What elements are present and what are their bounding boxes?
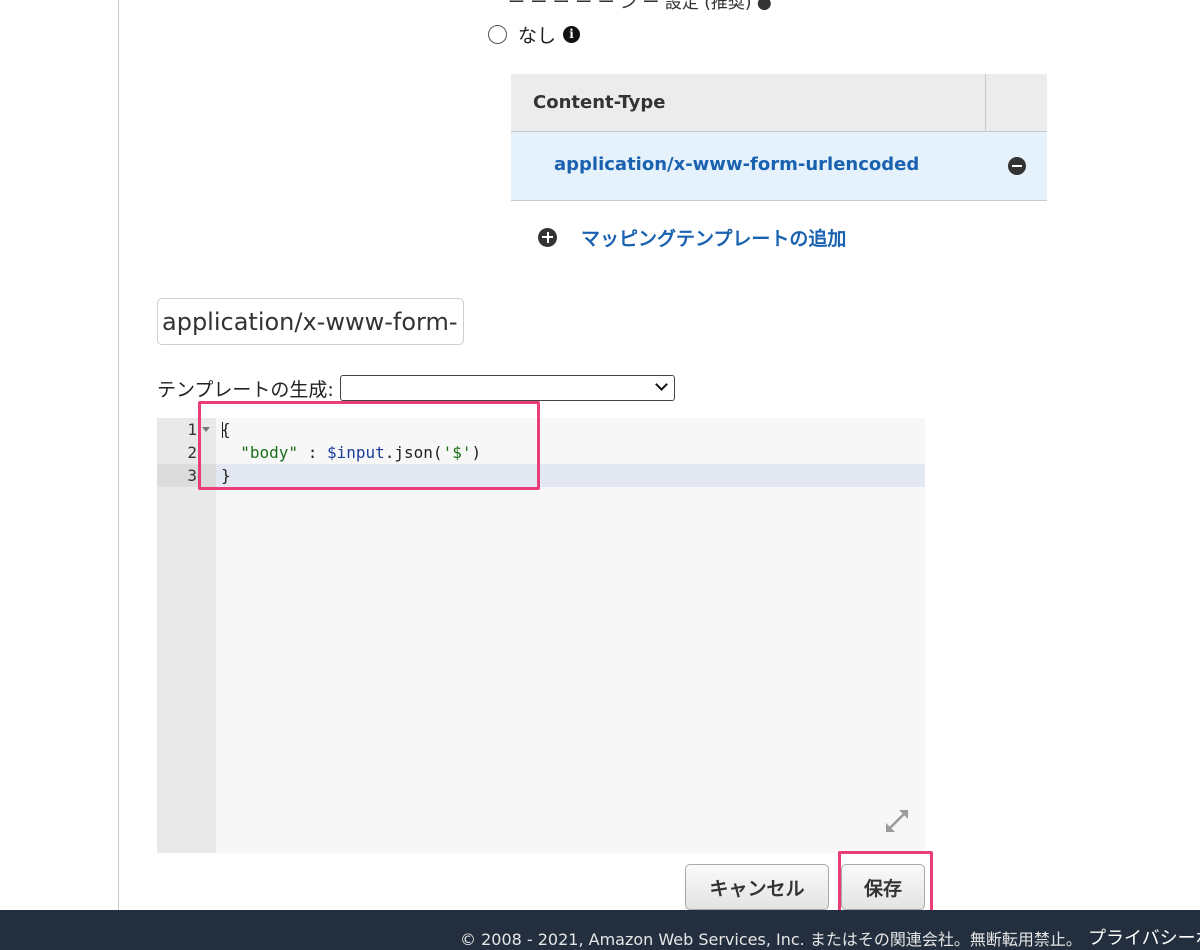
copyright-text: © 2008 - 2021, Amazon Web Services, Inc.… — [460, 930, 1082, 949]
add-mapping-template-link[interactable]: マッピングテンプレートの追加 — [581, 224, 846, 251]
content-type-table: Content-Type application/x-www-form-urle… — [511, 74, 1047, 201]
add-mapping-template-row[interactable]: マッピングテンプレートの追加 — [538, 224, 846, 250]
line-number: 2 — [187, 443, 197, 462]
template-generator-row: テンプレートの生成: — [157, 374, 675, 402]
content-type-link[interactable]: application/x-www-form-urlencoded — [554, 154, 919, 175]
content-type-input[interactable] — [157, 298, 464, 345]
content-type-row-selected[interactable]: application/x-www-form-urlencoded — [511, 132, 1047, 201]
plus-circle-icon[interactable] — [538, 227, 557, 247]
footer-bar: © 2008 - 2021, Amazon Web Services, Inc.… — [0, 910, 1200, 950]
minus-circle-icon[interactable] — [1008, 157, 1026, 175]
column-divider — [985, 74, 986, 132]
template-generator-label: テンプレートの生成: — [157, 378, 334, 401]
privacy-policy-link[interactable]: プライバシーポ — [1088, 924, 1200, 950]
passthrough-none-option[interactable]: なし i — [488, 22, 581, 47]
template-generator-select[interactable] — [339, 375, 675, 401]
clipped-option-text: ー ー ー ー ー ン ー 設定 (推奨) ● — [508, 0, 772, 13]
cancel-button[interactable]: キャンセル — [685, 864, 829, 910]
annotation-highlight-code — [198, 401, 540, 490]
line-number: 1 — [187, 420, 197, 439]
line-number: 3 — [187, 466, 197, 485]
radio-label-none: なし — [518, 24, 557, 47]
info-icon[interactable]: i — [563, 25, 581, 43]
radio-button-none[interactable] — [488, 24, 507, 44]
content-type-table-header: Content-Type — [511, 74, 1047, 132]
chevron-down-icon — [654, 378, 668, 391]
expand-icon[interactable] — [883, 807, 911, 835]
content-type-column-header: Content-Type — [533, 92, 666, 113]
annotation-highlight-save — [838, 851, 933, 919]
left-divider — [118, 0, 119, 910]
